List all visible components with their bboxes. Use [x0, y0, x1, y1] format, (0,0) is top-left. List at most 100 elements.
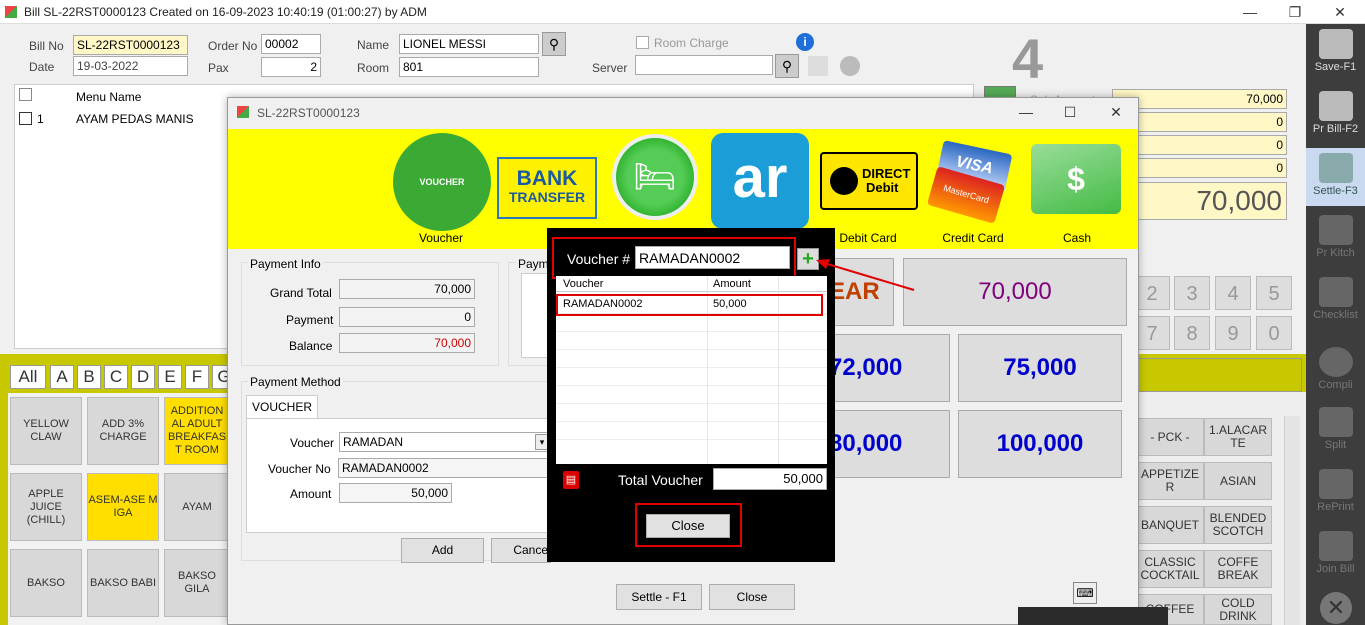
quick-amount-button[interactable]: 100,000: [958, 410, 1122, 478]
menu-item[interactable]: APPLE JUICE (CHILL): [10, 473, 82, 541]
checklist-icon: [1318, 277, 1353, 307]
voucher-select[interactable]: RAMADAN: [339, 432, 551, 452]
right-category[interactable]: COFFE BREAK: [1204, 550, 1272, 588]
window-title: Bill SL-22RST0000123 Created on 16-09-20…: [24, 5, 427, 19]
row-menu-name[interactable]: AYAM PEDAS MANIS: [76, 112, 194, 126]
method-voucher[interactable]: VOUCHER Voucher: [391, 129, 491, 247]
bill-no-field[interactable]: SL-22RST0000123: [73, 35, 188, 55]
category-a[interactable]: A: [50, 365, 74, 389]
keypad-7[interactable]: 7: [1134, 316, 1170, 350]
split-icon: [1318, 407, 1353, 437]
row-checkbox[interactable]: [19, 112, 32, 125]
info-icon[interactable]: i: [796, 33, 814, 51]
right-category[interactable]: BANQUET: [1136, 506, 1204, 544]
settle-maximize-icon[interactable]: ☐: [1050, 102, 1090, 122]
grand-total-field: 70,000: [339, 279, 475, 299]
keypad-0[interactable]: 0: [1256, 316, 1292, 350]
checklist-button[interactable]: Checklist: [1306, 272, 1365, 330]
right-scrollbar[interactable]: [1284, 416, 1300, 625]
category-e[interactable]: E: [158, 365, 182, 389]
method-cash[interactable]: $ Cash: [1027, 129, 1127, 247]
right-category[interactable]: BLENDED SCOTCH: [1204, 506, 1272, 544]
menu-item[interactable]: BAKSO BABI: [87, 549, 159, 617]
category-f[interactable]: F: [185, 365, 209, 389]
minimize-icon[interactable]: —: [1230, 2, 1270, 22]
method-credit-card[interactable]: VISA MasterCard Credit Card: [923, 129, 1023, 247]
select-all-checkbox[interactable]: [19, 88, 32, 101]
quick-amount-button[interactable]: 72,000: [828, 334, 950, 402]
add-button[interactable]: Add: [401, 538, 484, 563]
close-icon[interactable]: ✕: [1320, 2, 1360, 22]
right-category[interactable]: 1.ALACAR TE: [1204, 418, 1272, 456]
amount-label: Amount: [290, 487, 332, 501]
clipboard-icon[interactable]: [808, 56, 828, 76]
cancel-button[interactable]: Cance: [491, 538, 551, 563]
menu-item[interactable]: BAKSO GILA: [164, 549, 230, 617]
settle-f1-button[interactable]: Settle - F1: [616, 584, 702, 610]
keypad-2[interactable]: 2: [1134, 276, 1170, 310]
order-no-field[interactable]: 00002: [261, 34, 321, 54]
sidebar: Save-F1 Pr Bill-F2 Settle-F3 Pr Kitch Ch…: [1306, 24, 1365, 625]
print-kitchen-button[interactable]: Pr Kitch: [1306, 210, 1365, 268]
right-category[interactable]: CLASSIC COCKTAIL: [1136, 550, 1204, 588]
voucher-no-field[interactable]: RAMADAN0002: [338, 458, 550, 478]
tab-voucher[interactable]: VOUCHER: [246, 395, 318, 419]
right-category[interactable]: ASIAN: [1204, 462, 1272, 500]
category-c[interactable]: C: [104, 365, 128, 389]
split-button[interactable]: Split: [1306, 402, 1365, 460]
settle-minimize-icon[interactable]: —: [1006, 102, 1046, 122]
gift-icon[interactable]: [840, 56, 860, 76]
keypad-3[interactable]: 3: [1174, 276, 1210, 310]
room-charge-checkbox[interactable]: [636, 36, 649, 49]
menu-item[interactable]: AYAM: [164, 473, 230, 541]
server-field[interactable]: [635, 55, 773, 75]
keyboard-icon[interactable]: ⌨: [1073, 582, 1097, 604]
menu-item[interactable]: ASEM-ASE M IGA: [87, 473, 159, 541]
category-d[interactable]: D: [131, 365, 155, 389]
server-search-icon[interactable]: ⚲: [775, 54, 799, 78]
print-bill-button[interactable]: Pr Bill-F2: [1306, 86, 1365, 144]
voucher-icon: VOUCHER: [393, 133, 491, 231]
keypad-8[interactable]: 8: [1174, 316, 1210, 350]
print-kitchen-label: Pr Kitch: [1316, 247, 1355, 259]
right-category[interactable]: COLD DRINK: [1204, 594, 1272, 625]
name-field[interactable]: LIONEL MESSI: [399, 34, 539, 54]
trash-icon[interactable]: ▤: [563, 471, 579, 489]
quick-amount-button[interactable]: 75,000: [958, 334, 1122, 402]
direct-text: DIRECT: [862, 166, 911, 181]
category-b[interactable]: B: [77, 365, 101, 389]
right-category[interactable]: - PCK -: [1136, 418, 1204, 456]
quick-amount-button[interactable]: 80,000: [828, 410, 950, 478]
amount-field[interactable]: 50,000: [339, 483, 452, 503]
save-label: Save-F1: [1314, 61, 1357, 73]
reprint-button[interactable]: RePrint: [1306, 464, 1365, 522]
highlight-close-button: [635, 503, 742, 547]
menu-item[interactable]: ADDITION AL ADULT BREAKFAS T ROOM: [164, 397, 230, 465]
category-all[interactable]: All: [10, 365, 46, 389]
keypad-4[interactable]: 4: [1215, 276, 1251, 310]
right-category[interactable]: APPETIZE R: [1136, 462, 1204, 500]
menu-item[interactable]: ADD 3% CHARGE: [87, 397, 159, 465]
reprint-label: RePrint: [1317, 501, 1354, 513]
date-picker[interactable]: 19-03-2022: [73, 56, 188, 76]
exit-icon[interactable]: ✕: [1320, 592, 1352, 624]
annotation-arrow: [816, 259, 915, 291]
dialog-close-button[interactable]: Close: [709, 584, 795, 610]
room-field[interactable]: 801: [399, 57, 539, 77]
total-voucher-label: Total Voucher: [618, 472, 703, 488]
exact-amount-button[interactable]: 70,000: [903, 258, 1127, 326]
money-icon: [1318, 153, 1353, 183]
keypad-9[interactable]: 9: [1215, 316, 1251, 350]
pax-field[interactable]: 2: [261, 57, 321, 77]
restore-icon[interactable]: ❐: [1275, 2, 1315, 22]
join-bill-button[interactable]: Join Bill: [1306, 526, 1365, 584]
settle-close-icon[interactable]: ✕: [1096, 102, 1136, 122]
menu-item[interactable]: BAKSO: [10, 549, 82, 617]
keypad-5[interactable]: 5: [1256, 276, 1292, 310]
server-label: Server: [592, 61, 628, 75]
save-button[interactable]: Save-F1: [1306, 24, 1365, 82]
name-search-icon[interactable]: ⚲: [542, 32, 566, 56]
settle-button[interactable]: Settle-F3: [1306, 148, 1365, 206]
menu-item[interactable]: YELLOW CLAW: [10, 397, 82, 465]
compli-button[interactable]: Compli: [1306, 342, 1365, 400]
